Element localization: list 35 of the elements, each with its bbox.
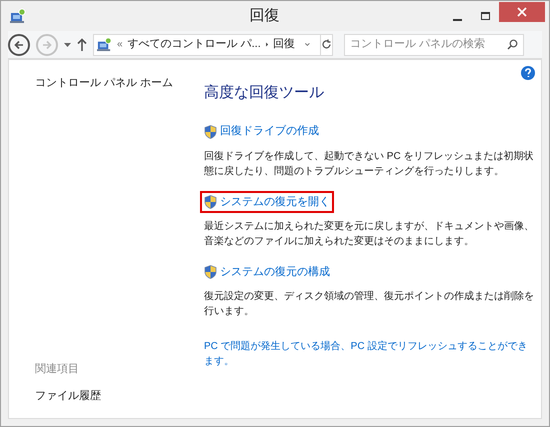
breadcrumb-item[interactable]: すべてのコントロール パ... [128, 36, 261, 53]
control-panel-home-link[interactable]: コントロール パネル ホーム [35, 75, 204, 92]
window-title: 回復 [248, 6, 280, 26]
tool-description: 最近システムに加えられた変更を元に戻しますが、ドキュメントや画像、音楽などのファイルに加えられた変更はそのままにします。 [204, 220, 535, 249]
forward-arrow-icon [42, 40, 52, 50]
refresh-pc-link[interactable]: PC で問題が発生している場合、PC 設定でリフレッシュすることができます。 [204, 338, 535, 369]
breadcrumb-item[interactable]: 回復 [273, 36, 296, 53]
address-bar[interactable]: « すべてのコントロール パ... 回復 [93, 34, 333, 56]
control-panel-icon [97, 37, 112, 52]
close-button[interactable] [499, 2, 545, 22]
shield-icon [204, 194, 217, 209]
address-overflow[interactable]: « [117, 37, 123, 52]
breadcrumb-chevron-icon[interactable] [266, 41, 268, 48]
search-field[interactable]: コントロール パネルの検索 [344, 34, 524, 56]
help-icon[interactable] [521, 66, 535, 80]
control-panel-icon [10, 8, 26, 24]
tool-link[interactable]: システムの復元の構成 [204, 264, 330, 280]
tool-link[interactable]: システムの復元を開く [202, 192, 332, 211]
see-also-heading: 関連項目 [35, 362, 80, 377]
see-also-link[interactable]: ファイル履歴 [35, 388, 204, 404]
shield-icon [204, 124, 217, 138]
tool-link[interactable]: 回復ドライブの作成 [204, 123, 319, 140]
section-heading: 高度な回復ツール [204, 83, 325, 103]
back-button[interactable] [8, 34, 30, 56]
tool-description: 復元設定の変更、ディスク領域の管理、復元ポイントの作成または削除を行います。 [204, 290, 535, 319]
refresh-button[interactable] [320, 34, 332, 54]
tool-description: 回復ドライブを作成して、起動できない PC をリフレッシュまたは初期状態に戻したり、問題のトラブルシューティングを行ったりします。 [204, 150, 534, 178]
close-icon [517, 7, 527, 17]
refresh-icon [320, 39, 332, 50]
back-arrow-icon [14, 40, 24, 50]
dropdown-caret-icon[interactable] [64, 42, 71, 46]
up-arrow-icon[interactable] [77, 38, 87, 51]
shield-icon [204, 264, 217, 279]
search-icon [507, 39, 518, 50]
chevron-down-icon[interactable] [305, 42, 310, 47]
